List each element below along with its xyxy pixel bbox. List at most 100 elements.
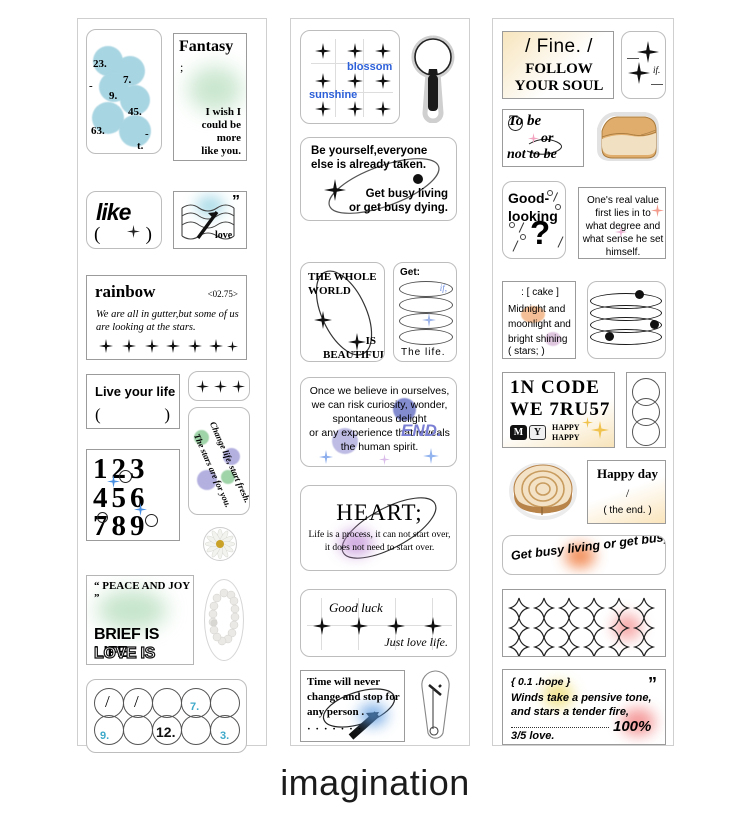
fine-follow-soul-card[interactable]: / Fine. / FOLLOW YOUR SOUL xyxy=(502,31,614,99)
bubble-label: 63. xyxy=(91,125,105,137)
fantasy-title: Fantasy xyxy=(179,38,234,55)
page-title: imagination xyxy=(280,762,470,803)
cake-l4: bright shining xyxy=(508,334,568,345)
paren-open: ( xyxy=(94,224,101,245)
daisy-card[interactable] xyxy=(203,527,237,561)
to-be-line2: or xyxy=(541,131,554,146)
fantasy-body: I wish I could be more like you. xyxy=(201,106,241,157)
get-busy-living: Get busy living xyxy=(365,188,448,200)
fine-line: / Fine. / xyxy=(525,36,593,57)
peace-and-joy-card[interactable]: “ PEACE AND JOY ” BRIEF IS LIFE LOVE IS … xyxy=(86,575,194,665)
bubble-label: - xyxy=(145,128,149,140)
heart-card[interactable]: HEART; Life is a process, it can not sta… xyxy=(300,485,457,571)
star-row xyxy=(97,338,239,354)
heart-l2: it does not need to start over. xyxy=(324,543,435,553)
real-value-card[interactable]: One's real value first lies in to what d… xyxy=(578,187,666,259)
believe-l1: Once we believe in ourselves, xyxy=(309,385,450,397)
good-looking-card[interactable]: Good- looking ? xyxy=(502,181,566,259)
circle-accent xyxy=(97,512,108,523)
sticker-sheet-right: / Fine. / FOLLOW YOUR SOUL if. To be or … xyxy=(492,18,674,746)
good-luck-text: Good luck xyxy=(329,600,383,615)
bubble-label: t. xyxy=(137,140,144,152)
happy-2: HAPPY xyxy=(552,433,580,442)
bottom-circles-card[interactable]: / / 7. 9. 12. 3. xyxy=(86,679,247,753)
time-l1: Time will never xyxy=(307,676,381,688)
to-be-card[interactable]: To be or not to be xyxy=(502,109,584,167)
your-soul-line: YOUR SOUL xyxy=(514,78,604,94)
slash: / xyxy=(625,486,630,500)
bubble-stars-card[interactable]: bubble /. xyxy=(502,589,666,657)
sunshine-word: sunshine xyxy=(309,89,358,101)
time-l2: change and stop for xyxy=(307,691,400,703)
safety-pin-card[interactable] xyxy=(415,667,457,745)
circle-label: 12. xyxy=(156,724,176,740)
pearl-necklace-card[interactable] xyxy=(204,579,244,661)
three-circles-card[interactable] xyxy=(626,372,666,448)
blossom-grid-card[interactable]: blossom sunshine xyxy=(300,30,400,124)
question-mark: ? xyxy=(530,214,551,251)
quote-mark: ” xyxy=(648,674,657,694)
live-your-life-card[interactable]: Live your life ( ) xyxy=(86,374,180,429)
star-if-card[interactable]: if. xyxy=(621,31,666,99)
code-card[interactable]: 1N CODE WE 7RU57 M Y HAPPY HAPPY xyxy=(502,372,615,448)
follow-line: FOLLOW xyxy=(525,61,593,77)
happy-day-card[interactable]: Happy day / ( the end. ) xyxy=(587,460,666,524)
cake-card[interactable]: : [ cake ] Midnight and moonlight and br… xyxy=(502,281,576,359)
get-life-card[interactable]: Get: if, The life. xyxy=(393,262,457,362)
change-life-card[interactable]: Change life, start fresh. The stars are … xyxy=(188,407,250,515)
hope-card[interactable]: { 0.1 .hope } Winds take a pensive tone,… xyxy=(502,669,666,745)
rainbow-card[interactable]: rainbow <02.75> We are all in gutter,but… xyxy=(86,275,247,360)
circle-label: / xyxy=(105,692,110,711)
fantasy-card[interactable]: Fantasy ; I wish I could be more like yo… xyxy=(173,33,247,161)
circle-label: 9. xyxy=(100,730,110,742)
happy-day-line: Happy day xyxy=(596,466,659,481)
digit: 3 xyxy=(130,453,149,485)
believe-card[interactable]: Once we believe in ourselves, we can ris… xyxy=(300,377,457,467)
stars-strip-card[interactable] xyxy=(188,371,250,401)
paren-open: ( xyxy=(95,405,101,424)
the-end-line: ( the end. ) xyxy=(603,505,652,516)
bubble-label: 23. xyxy=(93,58,107,70)
numbered-bubbles-card[interactable]: 23. 7. - 9. 45. 63. - t. xyxy=(86,29,162,154)
tag-m: M xyxy=(510,425,527,440)
to-be-line3: not to be xyxy=(507,147,557,162)
magnifier-card[interactable] xyxy=(409,35,457,123)
the-life-label: The life. xyxy=(401,347,446,358)
numbers-card[interactable]: 123 456 789 xyxy=(86,449,180,541)
value-l5: himself. xyxy=(605,247,641,258)
if-label: if. xyxy=(653,65,661,75)
time-card[interactable]: Time will never change and stop for any … xyxy=(300,670,405,742)
end-overlay: END. xyxy=(401,421,442,440)
whole-world-card[interactable]: THE WHOLE WORLD IS BEAUTIFUL xyxy=(300,262,385,362)
bread-card[interactable] xyxy=(593,107,663,163)
sparkle-icon xyxy=(127,225,140,238)
dotted-divider xyxy=(511,727,609,728)
bubble-label: - xyxy=(89,80,93,92)
coil-card[interactable] xyxy=(587,281,666,359)
bubble-label: 7. xyxy=(123,74,132,86)
circle-label: / xyxy=(134,692,139,711)
time-dots: · · · · · · · xyxy=(307,723,363,735)
good-luck-card[interactable]: Good luck Just love life. xyxy=(300,589,457,657)
get-label: Get: xyxy=(400,267,420,278)
pearl-icon xyxy=(208,588,240,646)
sticker-sheet-page: 23. 7. - 9. 45. 63. - t. Fantasy ; I wis… xyxy=(0,0,750,829)
like-card[interactable]: like ( ) xyxy=(86,191,162,249)
be-yourself-line2: else is already taken. xyxy=(311,159,427,171)
get-busy-card[interactable]: Get busy living or get busy dying. xyxy=(502,535,666,575)
be-yourself-card[interactable]: Be yourself,everyone else is already tak… xyxy=(300,137,457,221)
circle-accent xyxy=(119,470,132,483)
paren-close: ) xyxy=(164,405,170,424)
love-is-long: LOVE IS LONG xyxy=(93,644,156,664)
cake-l3: moonlight and xyxy=(508,319,571,330)
digit: 8 xyxy=(111,510,130,541)
believe-l5: the human spirit. xyxy=(340,441,419,453)
whole-line3: IS xyxy=(365,335,376,347)
swiss-roll-icon xyxy=(509,463,577,520)
whole-line2: WORLD xyxy=(308,285,351,297)
circle-label: 7. xyxy=(190,701,200,713)
whole-line4: BEAUTIFUL xyxy=(323,349,385,361)
daisy-icon xyxy=(204,528,236,560)
love-card[interactable]: ” love xyxy=(173,191,247,249)
swiss-roll-card[interactable] xyxy=(509,463,577,521)
